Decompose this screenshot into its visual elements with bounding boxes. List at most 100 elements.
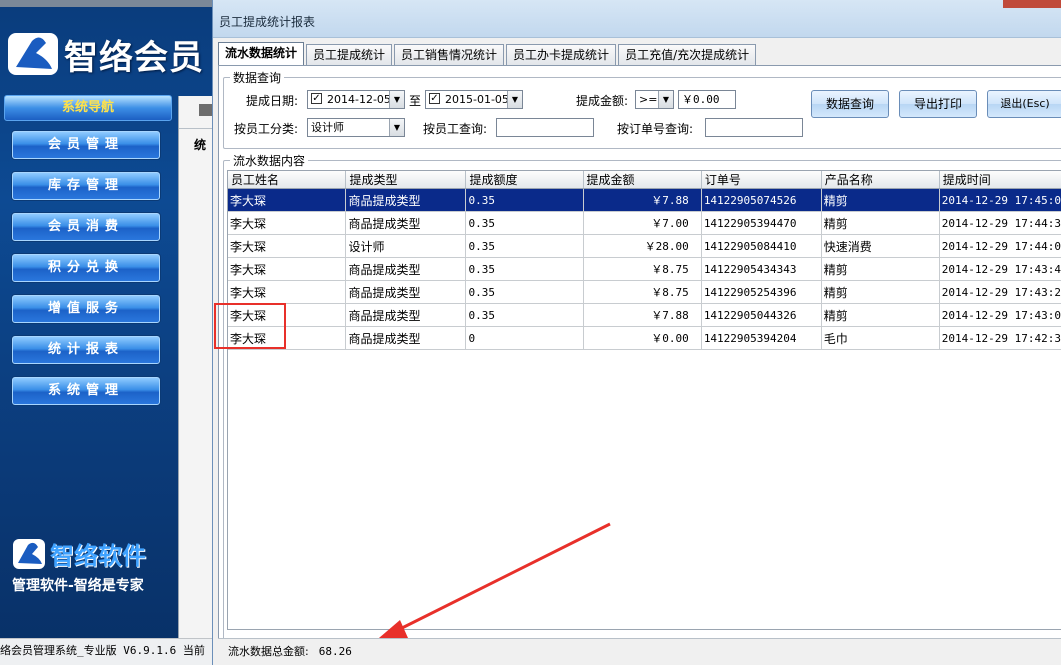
date-from-value: 2014-12-05	[327, 93, 391, 106]
data-grid[interactable]: 员工姓名 提成类型 提成额度 提成金额 订单号 产品名称 提成时间 李大琛 商品…	[227, 170, 1061, 630]
cell-product-name: 快速消费	[821, 234, 940, 258]
category-value: 设计师	[311, 121, 344, 134]
cell-commission-rate: 0.35	[465, 188, 584, 212]
tab-flow-stats[interactable]: 流水数据统计	[218, 42, 305, 65]
order-label: 按订单号查询:	[617, 122, 694, 136]
cell-commission-rate: 0.35	[465, 280, 584, 304]
cell-commission-time: 2014-12-29 17:43:0	[939, 303, 1061, 327]
brand-name: 智络软件	[50, 542, 146, 570]
cell-order-number: 14122905434343	[701, 257, 822, 281]
cell-commission-time: 2014-12-29 17:43:2	[939, 280, 1061, 304]
cell-commission-type: 商品提成类型	[345, 326, 467, 350]
cell-product-name: 精剪	[821, 257, 940, 281]
date-from-picker[interactable]: ✓ 2014-12-05 ▼	[307, 90, 405, 109]
cell-product-name: 精剪	[821, 303, 940, 327]
cell-employee-name: 李大琛	[228, 280, 347, 304]
cell-order-number: 14122905044326	[701, 303, 822, 327]
cell-order-number: 14122905074526	[701, 188, 822, 212]
logo-mark-icon	[8, 33, 58, 75]
cell-commission-time: 2014-12-29 17:42:3	[939, 326, 1061, 350]
nav-statistics-reports[interactable]: 统计报表	[12, 336, 160, 364]
dialog-title-bar: 员工提成统计报表	[213, 0, 1061, 38]
tab-card-commission-stats[interactable]: 员工办卡提成统计	[506, 44, 617, 65]
table-header-row: 员工姓名 提成类型 提成额度 提成金额 订单号 产品名称 提成时间	[228, 171, 1061, 189]
table-row[interactable]: 李大琛 设计师 0.35 ￥28.00 14122905084410 快速消费 …	[228, 234, 1061, 258]
cell-commission-type: 商品提成类型	[345, 257, 467, 281]
annotation-arrow-icon	[372, 522, 611, 644]
app-logo: 智络会员	[6, 26, 206, 82]
category-select[interactable]: 设计师 ▼	[307, 118, 405, 137]
amount-operator-select[interactable]: >= ▼	[635, 90, 674, 109]
nav-system-management[interactable]: 系统管理	[12, 377, 160, 405]
cell-commission-rate: 0.35	[465, 303, 584, 327]
table-row[interactable]: 李大琛 商品提成类型 0.35 ￥7.88 14122905044326 精剪 …	[228, 303, 1061, 327]
cell-product-name: 精剪	[821, 280, 940, 304]
cell-commission-time: 2014-12-29 17:43:4	[939, 257, 1061, 281]
tab-commission-stats[interactable]: 员工提成统计	[306, 44, 393, 65]
cell-commission-time: 2014-12-29 17:44:3	[939, 211, 1061, 235]
cell-commission-type: 商品提成类型	[345, 280, 467, 304]
cell-employee-name: 李大琛	[228, 211, 347, 235]
tab-sales-stats[interactable]: 员工销售情况统计	[394, 44, 505, 65]
category-label: 按员工分类:	[234, 122, 299, 136]
col-header-commission-rate[interactable]: 提成额度	[465, 171, 584, 189]
tab-recharge-commission-stats[interactable]: 员工充值/充次提成统计	[618, 44, 757, 65]
col-header-employee-name[interactable]: 员工姓名	[228, 171, 347, 189]
logo-text: 智络会员	[64, 37, 204, 78]
exit-button[interactable]: 退出(Esc)	[987, 90, 1061, 118]
amount-operator-value: >=	[639, 93, 658, 106]
nav-points-exchange[interactable]: 积分兑换	[12, 254, 160, 282]
cell-employee-name: 李大琛	[228, 188, 347, 212]
date-to-checkbox[interactable]: ✓	[429, 93, 440, 104]
export-print-button[interactable]: 导出打印	[899, 90, 977, 118]
cell-commission-rate: 0.35	[465, 211, 584, 235]
chevron-down-icon[interactable]: ▼	[389, 91, 404, 108]
report-dialog: 员工提成统计报表 流水数据统计 员工提成统计 员工销售情况统计 员工办卡提成统计…	[212, 0, 1061, 665]
close-button[interactable]	[1003, 0, 1061, 8]
chevron-down-icon[interactable]: ▼	[658, 91, 673, 108]
col-header-commission-time[interactable]: 提成时间	[939, 171, 1061, 189]
app-status-text: 络会员管理系统_专业版 V6.9.1.6 当前	[0, 638, 212, 665]
date-label: 提成日期:	[246, 94, 299, 108]
tab-divider	[179, 128, 213, 129]
table-row[interactable]: 李大琛 商品提成类型 0.35 ￥8.75 14122905434343 精剪 …	[228, 257, 1061, 281]
dialog-status-bar: 流水数据总金额: 68.26	[218, 638, 1061, 665]
date-to-label: 至	[409, 94, 422, 108]
employee-input[interactable]	[496, 118, 594, 137]
amount-input[interactable]: ￥0.00	[678, 90, 736, 109]
table-row[interactable]: 李大琛 商品提成类型 0.35 ￥7.00 14122905394470 精剪 …	[228, 211, 1061, 235]
cell-employee-name: 李大琛	[228, 234, 347, 258]
cell-commission-type: 商品提成类型	[345, 211, 467, 235]
nav-inventory-management[interactable]: 库存管理	[12, 172, 160, 200]
cell-commission-amount: ￥8.75	[583, 257, 702, 281]
col-header-order-number[interactable]: 订单号	[701, 171, 822, 189]
tab-strip: 流水数据统计 员工提成统计 员工销售情况统计 员工办卡提成统计 员工充值/充次提…	[218, 42, 758, 66]
date-from-checkbox[interactable]: ✓	[311, 93, 322, 104]
top-menu-strip	[0, 0, 212, 7]
chevron-down-icon[interactable]: ▼	[507, 91, 522, 108]
query-button[interactable]: 数据查询	[811, 90, 889, 118]
date-to-picker[interactable]: ✓ 2015-01-05 ▼	[425, 90, 523, 109]
col-header-product-name[interactable]: 产品名称	[821, 171, 940, 189]
printer-icon	[199, 104, 213, 116]
order-input[interactable]	[705, 118, 803, 137]
table-row[interactable]: 李大琛 商品提成类型 0.35 ￥7.88 14122905074526 精剪 …	[228, 188, 1061, 212]
amount-label: 提成金额:	[576, 94, 629, 108]
col-header-commission-type[interactable]: 提成类型	[345, 171, 467, 189]
table-row[interactable]: 李大琛 商品提成类型 0.35 ￥8.75 14122905254396 精剪 …	[228, 280, 1061, 304]
chevron-down-icon[interactable]: ▼	[389, 119, 404, 136]
background-tab-area: 统	[178, 96, 213, 638]
cell-order-number: 14122905394470	[701, 211, 822, 235]
cell-product-name: 精剪	[821, 211, 940, 235]
nav-value-added-services[interactable]: 增值服务	[12, 295, 160, 323]
background-tab-label: 统	[194, 138, 207, 152]
brand-mark-icon	[13, 538, 45, 569]
cell-commission-amount: ￥7.88	[583, 188, 702, 212]
nav-member-management[interactable]: 会员管理	[12, 131, 160, 159]
cell-employee-name: 李大琛	[228, 257, 347, 281]
cell-commission-amount: ￥7.00	[583, 211, 702, 235]
nav-member-consumption[interactable]: 会员消费	[12, 213, 160, 241]
table-row[interactable]: 李大琛 商品提成类型 0 ￥0.00 14122905394204 毛巾 201…	[228, 326, 1061, 350]
cell-commission-time: 2014-12-29 17:44:0	[939, 234, 1061, 258]
col-header-commission-amount[interactable]: 提成金额	[583, 171, 702, 189]
